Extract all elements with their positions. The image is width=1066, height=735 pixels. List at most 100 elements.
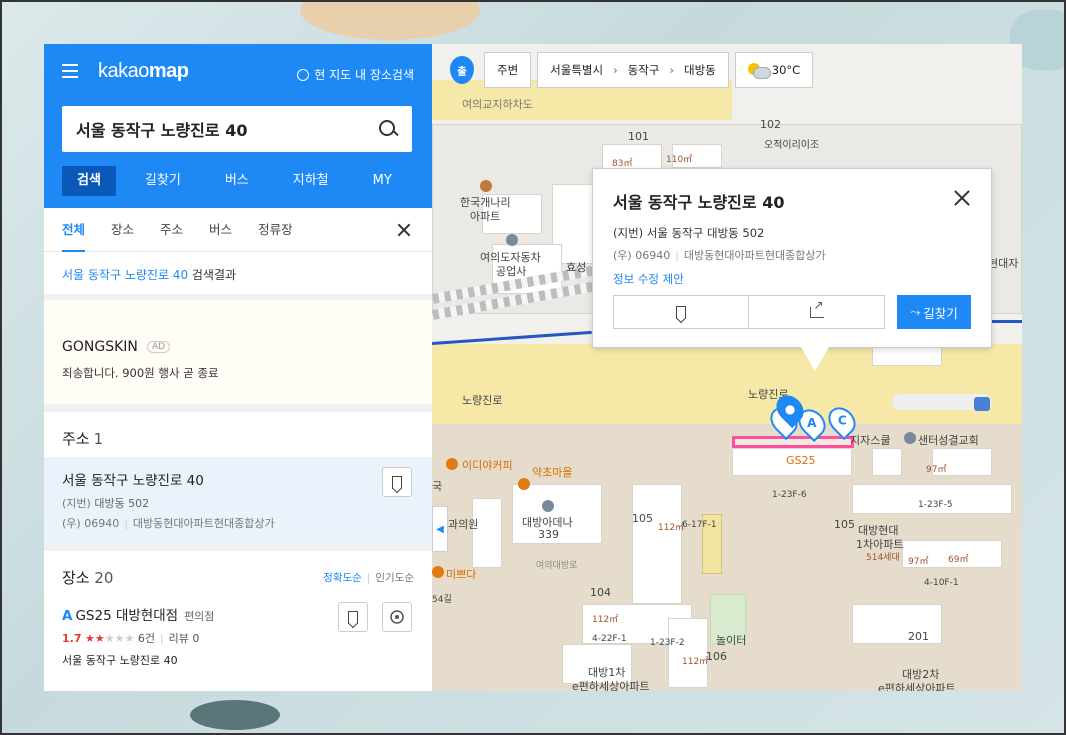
ad-title: GONGSKIN — [62, 339, 138, 355]
subtab-place[interactable]: 장소 — [111, 208, 134, 252]
place-rating: 1.7 ★★★★★ 6건 | 리뷰 0 — [62, 632, 200, 645]
subtab-all[interactable]: 전체 — [62, 208, 86, 252]
place-section-title: 장소 20 정확도순 | 인기도순 — [44, 551, 432, 596]
sort-popular[interactable]: 인기도순 — [375, 572, 414, 584]
breadcrumb: 서울특별시 › 동작구 › 대방동 — [537, 52, 729, 88]
navigation-icon — [390, 610, 404, 624]
map-label: 97㎡ — [908, 557, 929, 567]
place-bookmark-button[interactable] — [338, 602, 368, 632]
chevron-right-icon: › — [669, 63, 675, 77]
place-address: 서울 동작구 노량진로 40 — [62, 654, 178, 667]
poi-label[interactable]: GS25 — [786, 454, 816, 467]
poi-label[interactable]: 이디야커피 — [462, 457, 513, 473]
poi-label[interactable]: 미쁘다 — [446, 566, 476, 582]
ad-banner[interactable]: GONGSKIN AD 죄송합니다. 900원 행사 곧 종료 — [44, 300, 432, 412]
subtab-bus[interactable]: 버스 — [209, 208, 232, 252]
sort-options: 정확도순 | 인기도순 — [323, 572, 414, 584]
subtab-stop[interactable]: 정류장 — [258, 208, 293, 252]
crumb-city[interactable]: 서울특별시 — [550, 62, 603, 78]
search-input[interactable] — [76, 119, 378, 139]
popup-share-button[interactable] — [749, 295, 885, 329]
share-icon — [809, 298, 824, 318]
crumb-dong[interactable]: 대방동 — [684, 62, 716, 78]
popup-bookmark-button[interactable] — [613, 295, 749, 329]
poi-label[interactable]: 약초마을 — [532, 464, 572, 480]
map-label: 105 — [834, 518, 855, 531]
search-box — [62, 106, 412, 152]
address-popup: 서울 동작구 노량진로 40 (지번) 서울 동작구 대방동 502 (우) 0… — [592, 168, 992, 371]
popup-postal: (우) 06940 | 대방동현대아파트현대종합상가 — [613, 249, 826, 262]
place-count: 20 — [94, 569, 114, 587]
subway-line — [432, 330, 592, 345]
bookmark-button[interactable] — [382, 467, 412, 497]
place-section-label: 장소 — [62, 569, 90, 587]
star-icon: ★★ — [85, 632, 105, 645]
weather-icon — [747, 63, 771, 79]
weather-widget[interactable]: 30°C — [734, 52, 814, 88]
area-search-toggle[interactable]: 현 지도 내 장소검색 — [297, 66, 414, 83]
radio-icon[interactable] — [297, 68, 310, 81]
chevron-right-icon: › — [613, 63, 618, 77]
temperature: 30°C — [771, 63, 801, 77]
bus-icon[interactable] — [974, 397, 990, 411]
tab-search[interactable]: 검색 — [62, 166, 116, 196]
map-canvas[interactable]: 여의교지하차도 101 102 83㎡ 110㎡ 오적이리이조 한국개나리 아파… — [432, 44, 1022, 691]
edit-suggestion-link[interactable]: 정보 수정 제안 — [613, 271, 971, 287]
building — [632, 484, 682, 604]
poi-label[interactable]: 지자스쿨 — [850, 432, 890, 448]
map-label: 4-22F-1 — [592, 634, 627, 644]
map-label: 1-23F-6 — [772, 490, 807, 500]
address-main[interactable]: 서울 동작구 노량진로 40 — [62, 469, 414, 489]
route-icon: ⤳ — [910, 304, 921, 319]
building — [668, 618, 708, 688]
search-icon[interactable] — [378, 119, 398, 139]
coffee-icon — [432, 566, 444, 578]
map-label: 112㎡ — [658, 523, 685, 533]
subway-line — [992, 320, 1022, 323]
sort-accuracy[interactable]: 정확도순 — [323, 572, 362, 584]
map-label: 현대자 — [988, 257, 1019, 270]
place-result[interactable]: A GS25 대방현대점 편의점 1.7 ★★★★★ 6건 | 리뷰 0 서울 동작구 … — [44, 596, 432, 676]
address-section-label: 주소 — [62, 430, 90, 448]
subtab-address[interactable]: 주소 — [160, 208, 183, 252]
address-postal: (우) 06940 | 대방동현대아파트현대종합상가 — [62, 517, 275, 530]
bookmark-icon — [676, 305, 686, 319]
sports-icon — [542, 500, 554, 512]
place-navigation-button[interactable] — [382, 602, 412, 632]
star-empty-icon: ★★★ — [104, 632, 135, 645]
menu-icon[interactable] — [62, 64, 78, 78]
popup-jibun: (지번) 서울 동작구 대방동 502 — [613, 226, 765, 240]
start-pin-button[interactable]: 출 — [446, 52, 478, 88]
sidebar-collapse-button[interactable]: ◀ — [432, 506, 448, 552]
address-section-title: 주소 1 — [44, 412, 432, 457]
poi-label[interactable]: 샌터성결교회 — [918, 432, 979, 448]
restaurant-icon — [518, 478, 530, 490]
tab-subway[interactable]: 지하철 — [278, 166, 344, 196]
map-label: 97㎡ — [926, 465, 947, 475]
sidebar: kakaomap 현 지도 내 장소검색 검색 길찾기 버스 지하철 MY 전체… — [44, 44, 432, 691]
map-label: 국 — [432, 480, 443, 493]
close-icon[interactable] — [396, 222, 412, 238]
address-result[interactable]: 서울 동작구 노량진로 40 (지번) 대방동 502 (우) 06940 | 대방… — [44, 457, 432, 543]
background-decoration — [190, 700, 280, 730]
nearby-button[interactable]: 주변 — [484, 52, 532, 88]
map-label: 공업사 — [496, 265, 527, 278]
crumb-gu[interactable]: 동작구 — [628, 62, 660, 78]
tab-bus[interactable]: 버스 — [210, 166, 264, 196]
map-label: 112㎡ — [682, 657, 709, 667]
place-name[interactable]: GS25 대방현대점 — [75, 608, 178, 624]
building — [872, 448, 902, 476]
map-label: 효성 — [566, 261, 587, 274]
popup-title: 서울 동작구 노량진로 40 — [613, 193, 785, 212]
tab-my[interactable]: MY — [358, 166, 407, 196]
map-label: 106 — [706, 650, 727, 663]
sidebar-header: kakaomap 현 지도 내 장소검색 검색 길찾기 버스 지하철 MY — [44, 44, 432, 208]
tab-route[interactable]: 길찾기 — [130, 166, 196, 196]
popup-actions — [613, 295, 885, 329]
map-label: e편하세상아파트 — [878, 682, 956, 691]
route-button[interactable]: ⤳ 길찾기 — [897, 295, 971, 329]
close-icon[interactable] — [953, 189, 971, 207]
logo[interactable]: kakaomap — [98, 60, 189, 83]
ad-badge: AD — [146, 340, 171, 353]
map-label: 54길 — [432, 595, 452, 605]
